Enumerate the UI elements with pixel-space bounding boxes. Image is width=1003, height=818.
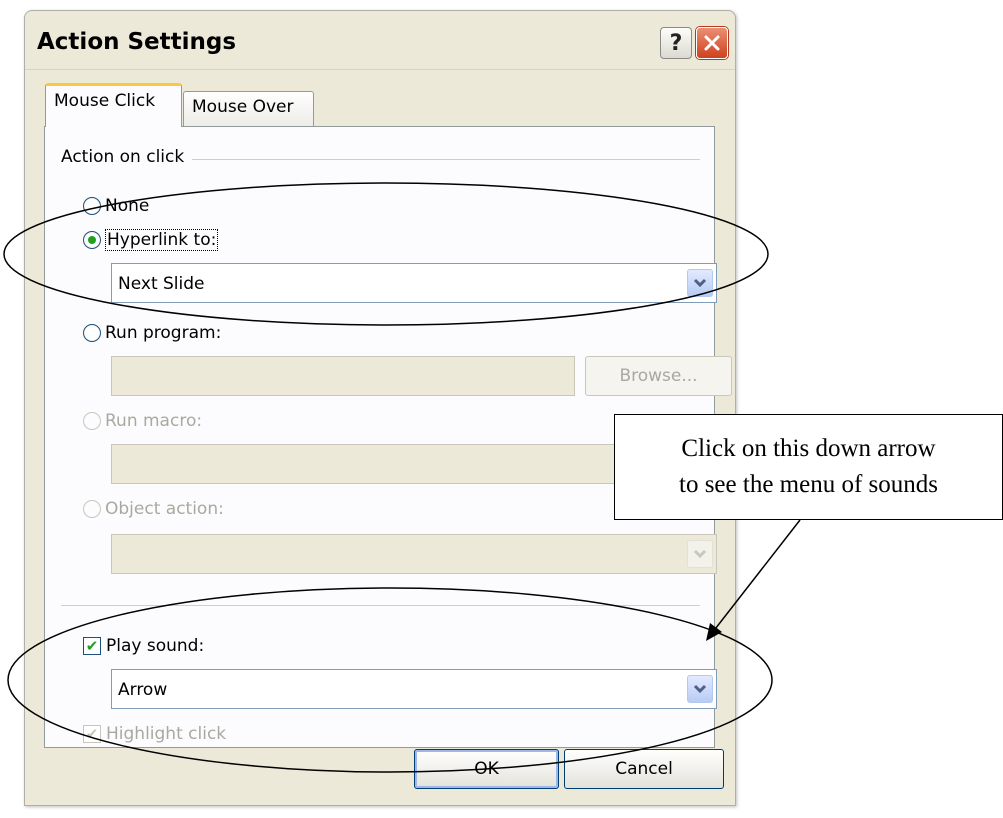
callout-arrowhead [706,623,722,641]
annotation-callout: Click on this down arrow to see the menu… [614,414,1003,520]
sound-highlight-ellipse [7,587,773,773]
callout-line-2: to see the menu of sounds [679,471,938,498]
callout-pointer-line [711,519,801,634]
callout-line-1: Click on this down arrow [681,435,936,462]
hyperlink-highlight-ellipse [3,182,769,326]
tab-mouse-click[interactable]: Mouse Click [45,83,182,127]
